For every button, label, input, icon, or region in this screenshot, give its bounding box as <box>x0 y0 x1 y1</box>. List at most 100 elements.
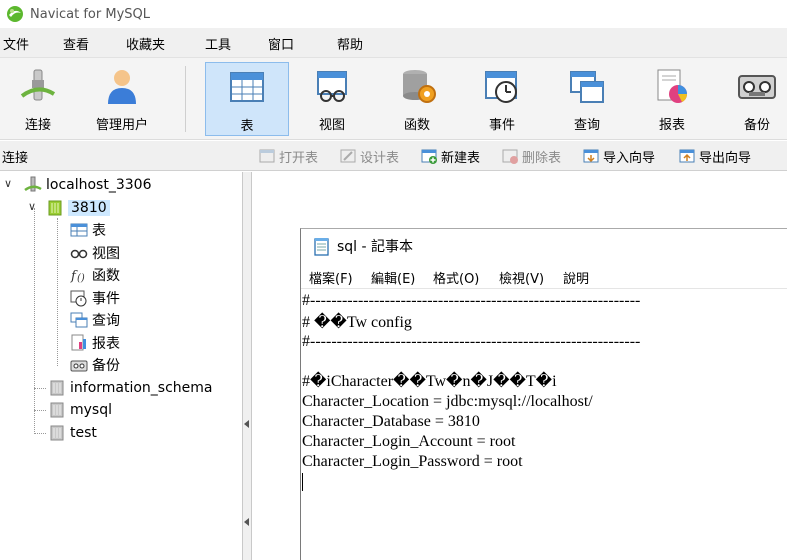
collapse-left-arrow-icon[interactable] <box>244 420 249 428</box>
report-icon <box>71 334 86 351</box>
tree-database-mysql[interactable]: mysql <box>48 399 112 421</box>
new-table-icon <box>421 149 437 164</box>
report-icon <box>657 69 687 103</box>
notepad-window: sql - 記事本 檔案(F) 編輯(E) 格式(O) 檢視(V) 說明 #--… <box>300 228 787 560</box>
notepad-menu-help[interactable]: 說明 <box>563 268 589 287</box>
notepad-menu-file[interactable]: 檔案(F) <box>309 268 353 287</box>
window-title: Navicat for MySQL <box>30 6 150 22</box>
text-line: #�iCharacter��Tw�n�J��T�i <box>302 373 557 390</box>
text-line: Character_Login_Account = root <box>302 433 516 450</box>
menu-window[interactable]: 窗口 <box>268 34 294 53</box>
database-name: 3810 <box>68 200 110 216</box>
expand-chevron-icon[interactable]: ∨ <box>28 200 36 213</box>
event-icon <box>70 290 87 307</box>
tree-item-backups[interactable]: 备份 <box>70 354 120 376</box>
query-button[interactable]: 查询 <box>545 62 629 136</box>
tree-database-test[interactable]: test <box>48 422 97 444</box>
new-table-button[interactable]: 新建表 <box>421 147 481 166</box>
notepad-menu-bar: 檔案(F) 編輯(E) 格式(O) 檢視(V) 說明 <box>301 263 787 289</box>
pane-splitter[interactable] <box>243 172 252 560</box>
new-table-label: 新建表 <box>441 150 481 166</box>
tree-item-label: 查询 <box>92 313 120 329</box>
tree-item-label: 事件 <box>92 291 120 307</box>
import-wizard-label: 导入向导 <box>603 150 656 166</box>
tree-connection[interactable]: localhost_3306 <box>24 174 151 196</box>
event-icon <box>485 71 517 103</box>
design-table-label: 设计表 <box>360 150 400 166</box>
tree-item-tables[interactable]: 表 <box>70 219 106 241</box>
query-label: 查询 <box>573 118 600 133</box>
design-table-button[interactable]: 设计表 <box>340 147 400 166</box>
text-line: #---------------------------------------… <box>302 333 641 350</box>
table-button[interactable]: 表 <box>205 62 289 136</box>
tree-database-information-schema[interactable]: information_schema <box>48 377 213 399</box>
event-button[interactable]: 事件 <box>460 62 544 136</box>
text-line: # ��Tw config <box>302 314 412 331</box>
menu-favorites[interactable]: 收藏夹 <box>126 34 165 53</box>
query-icon <box>570 71 604 103</box>
toolbar-separator <box>185 66 186 132</box>
menu-view[interactable]: 查看 <box>63 34 89 53</box>
delete-table-button[interactable]: 删除表 <box>502 147 562 166</box>
tree-item-queries[interactable]: 查询 <box>70 309 120 331</box>
text-line: Character_Login_Password = root <box>302 453 523 470</box>
notepad-menu-view[interactable]: 檢視(V) <box>499 268 544 287</box>
export-wizard-label: 导出向导 <box>699 150 752 166</box>
function-icon: f () <box>70 269 85 284</box>
connection-name: localhost_3306 <box>46 177 152 193</box>
notepad-title-bar[interactable]: sql - 記事本 <box>301 229 787 263</box>
export-wizard-button[interactable]: 导出向导 <box>679 147 752 166</box>
text-caret <box>302 473 303 491</box>
open-table-button[interactable]: 打开表 <box>259 147 318 166</box>
tree-guide-line <box>57 218 58 366</box>
function-label: 函数 <box>403 118 430 133</box>
menu-file[interactable]: 文件 <box>3 34 29 53</box>
user-icon <box>108 70 136 104</box>
menu-help[interactable]: 帮助 <box>337 34 363 53</box>
connection-pane-label: 连接 <box>2 151 29 166</box>
database-icon <box>50 425 64 441</box>
collapse-left-arrow-icon[interactable] <box>244 518 249 526</box>
notepad-title: sql - 記事本 <box>337 239 414 255</box>
expand-chevron-icon[interactable]: ∨ <box>4 177 12 190</box>
notepad-menu-format[interactable]: 格式(O) <box>433 268 479 287</box>
design-table-icon <box>340 149 356 163</box>
object-toolbar: 连接 打开表 设计表 新建表 删除表 导入向导 导出向导 <box>0 141 787 171</box>
backup-label: 备份 <box>743 118 770 133</box>
database-name: information_schema <box>70 380 213 396</box>
tree-item-events[interactable]: 事件 <box>70 287 120 309</box>
view-label: 视图 <box>318 118 345 133</box>
tree-database-3810[interactable]: 3810 <box>46 197 110 219</box>
tree-item-reports[interactable]: 报表 <box>70 332 120 354</box>
view-icon <box>317 71 347 102</box>
tree-item-functions[interactable]: f () 函数 <box>70 264 120 286</box>
view-button[interactable]: 视图 <box>290 62 374 136</box>
notepad-menu-edit[interactable]: 編輯(E) <box>371 268 415 287</box>
connection-icon <box>24 176 42 192</box>
function-button[interactable]: 函数 <box>375 62 459 136</box>
report-button[interactable]: 报表 <box>630 62 714 136</box>
text-line: Character_Database = 3810 <box>302 413 480 430</box>
connect-button[interactable]: 连接 <box>0 62 80 136</box>
function-icon <box>403 70 436 103</box>
tree-item-label: 函数 <box>92 268 120 284</box>
notepad-text-area[interactable]: #---------------------------------------… <box>301 289 787 560</box>
tree-item-label: 报表 <box>92 336 120 352</box>
text-line: Character_Location = jdbc:mysql://localh… <box>302 393 593 410</box>
tree-item-views[interactable]: 视图 <box>70 242 120 264</box>
event-label: 事件 <box>488 118 515 133</box>
database-name: mysql <box>70 402 112 418</box>
menu-bar: 文件 查看 收藏夹 工具 窗口 帮助 <box>0 28 787 58</box>
import-wizard-icon <box>583 149 599 163</box>
notepad-icon <box>314 238 329 256</box>
import-wizard-button[interactable]: 导入向导 <box>583 147 656 166</box>
menu-tools[interactable]: 工具 <box>205 34 231 53</box>
tree-guide-line <box>34 410 46 411</box>
tree-guide-line <box>34 208 35 434</box>
manage-users-button[interactable]: 管理用户 <box>80 62 164 136</box>
svg-text:(): () <box>77 273 85 284</box>
tree-guide-line <box>34 388 46 389</box>
delete-table-label: 删除表 <box>522 150 562 166</box>
open-table-icon <box>259 149 275 163</box>
backup-button[interactable]: 备份 <box>715 62 787 136</box>
